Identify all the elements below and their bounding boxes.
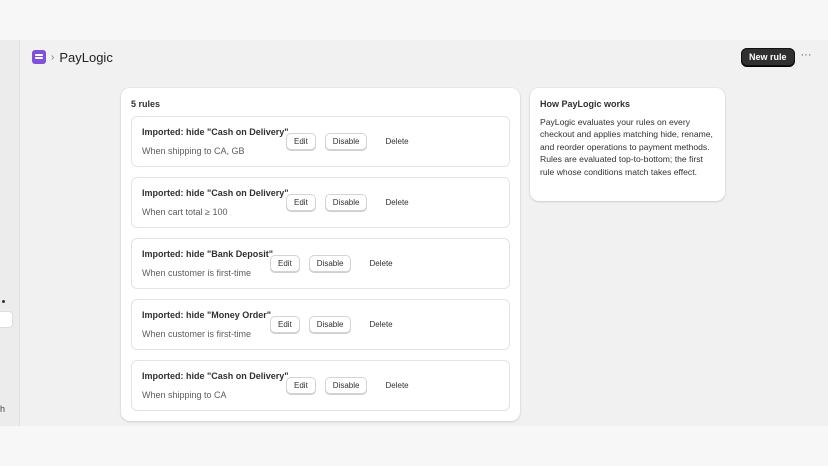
edit-rule-button[interactable]: Edit [286,377,316,394]
rule-actions: Edit Disable Delete [286,377,418,394]
rule-actions: Edit Disable Delete [286,133,418,150]
delete-rule-button[interactable]: Delete [360,255,401,272]
edit-rule-button[interactable]: Edit [270,316,300,333]
edit-rule-button[interactable]: Edit [270,255,300,272]
rules-card: 5 rules Imported: hide "Cash on Delivery… [121,88,520,421]
disable-rule-button[interactable]: Disable [324,377,368,394]
rule-item: Imported: hide "Money Order" When custom… [131,299,510,350]
disable-rule-button[interactable]: Disable [308,255,352,272]
rule-title: Imported: hide "Bank Deposit" [142,249,274,259]
rule-title: Imported: hide "Money Order" [142,310,272,320]
rule-item: Imported: hide "Cash on Delivery" When s… [131,116,510,167]
delete-rule-button[interactable]: Delete [376,377,417,394]
rule-condition: When customer is first-time [142,329,252,339]
rule-condition: When cart total ≥ 100 [142,207,228,217]
chevron-right-icon: › [51,51,55,63]
more-actions-icon[interactable]: ··· [799,49,813,63]
edit-rule-button[interactable]: Edit [286,133,316,150]
nav-text-fragment: h [0,404,6,414]
rule-actions: Edit Disable Delete [270,255,402,272]
info-body: PayLogic evaluates your rules on every c… [540,117,713,177]
rule-actions: Edit Disable Delete [286,194,418,211]
nav-dot-icon [2,300,5,303]
bottom-strip [0,426,828,466]
disable-rule-button[interactable]: Disable [308,316,352,333]
rule-condition: When shipping to CA [142,390,227,400]
rule-item: Imported: hide "Bank Deposit" When custo… [131,238,510,289]
breadcrumb: › PayLogic [32,48,113,66]
app-frame: › PayLogic New rule ··· 5 rules Imported… [20,40,828,426]
disable-rule-button[interactable]: Disable [324,194,368,211]
top-strip [0,0,828,40]
rules-count: 5 rules [131,99,161,109]
delete-rule-button[interactable]: Delete [376,133,417,150]
rule-condition: When shipping to CA, GB [142,146,245,156]
disable-rule-button[interactable]: Disable [324,133,368,150]
rule-title: Imported: hide "Cash on Delivery" [142,188,289,198]
paylogic-app-icon [32,50,46,64]
rule-title: Imported: hide "Cash on Delivery" [142,371,289,381]
delete-rule-button[interactable]: Delete [360,316,401,333]
rule-item: Imported: hide "Cash on Delivery" When c… [131,177,510,228]
new-rule-button[interactable]: New rule [741,48,795,66]
rule-condition: When customer is first-time [142,268,252,278]
info-card: How PayLogic works PayLogic evaluates yo… [530,88,725,201]
edit-rule-button[interactable]: Edit [286,194,316,211]
rule-actions: Edit Disable Delete [270,316,402,333]
nav-item-selected[interactable] [0,311,13,328]
delete-rule-button[interactable]: Delete [376,194,417,211]
left-navigation-rail: h [0,40,20,426]
rule-item: Imported: hide "Cash on Delivery" When s… [131,360,510,411]
page-title: PayLogic [59,49,113,65]
rule-title: Imported: hide "Cash on Delivery" [142,127,289,137]
info-title: How PayLogic works [540,99,631,109]
